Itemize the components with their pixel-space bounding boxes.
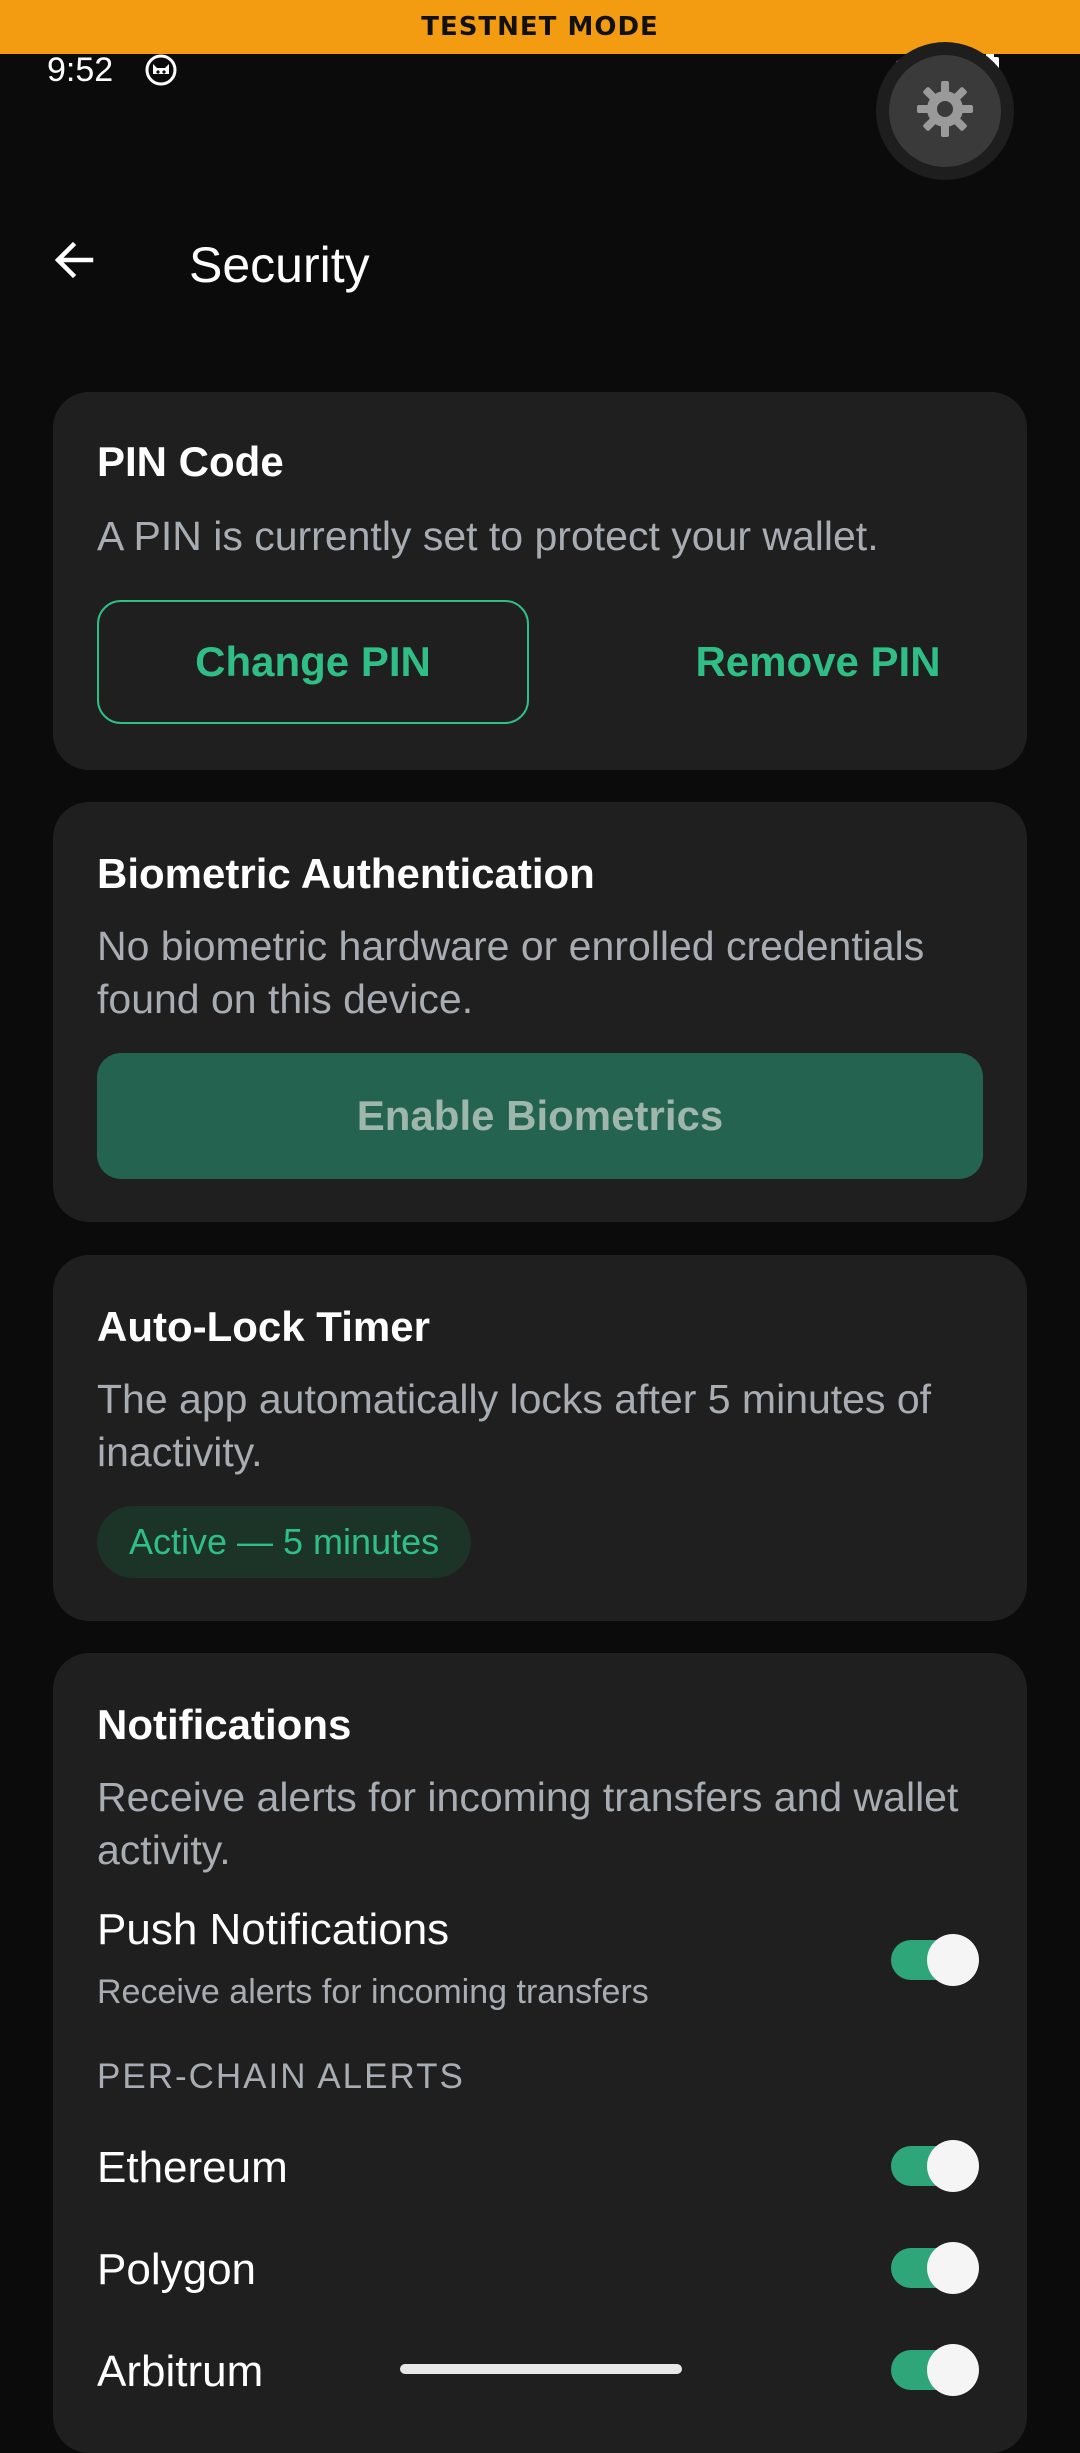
change-pin-button[interactable]: Change PIN	[97, 600, 529, 724]
notifications-card-description: Receive alerts for incoming transfers an…	[97, 1774, 959, 1873]
pin-card-description: A PIN is currently set to protect your w…	[97, 513, 879, 559]
home-indicator[interactable]	[400, 2364, 682, 2374]
chain-arbitrum-toggle[interactable]	[891, 2344, 979, 2396]
chain-polygon-label: Polygon	[97, 2245, 257, 2294]
back-button[interactable]	[38, 225, 112, 299]
page-title: Security	[189, 237, 370, 293]
pin-card-title: PIN Code	[97, 438, 284, 485]
arrow-left-icon	[51, 236, 99, 289]
remove-pin-button[interactable]: Remove PIN	[593, 600, 1043, 724]
auto-lock-card-title: Auto-Lock Timer	[97, 1303, 430, 1350]
auto-lock-card-description: The app automatically locks after 5 minu…	[97, 1376, 932, 1475]
auto-lock-status-badge: Active — 5 minutes	[97, 1506, 472, 1578]
chain-polygon-toggle[interactable]	[891, 2242, 979, 2294]
floating-settings-button[interactable]	[876, 42, 1014, 180]
push-notifications-sublabel: Receive alerts for incoming transfers	[97, 1973, 649, 2011]
push-notifications-label: Push Notifications	[97, 1905, 450, 1954]
pin-code-card: PIN Code A PIN is currently set to prote…	[53, 392, 1027, 770]
per-chain-alerts-header: PER-CHAIN ALERTS	[97, 2057, 465, 2096]
testnet-banner: TESTNET MODE	[0, 0, 1080, 54]
toggle-thumb	[927, 2242, 979, 2294]
enable-biometrics-button[interactable]: Enable Biometrics	[97, 1053, 983, 1179]
gear-icon	[915, 79, 975, 144]
biometric-card-description: No biometric hardware or enrolled creden…	[97, 923, 925, 1022]
toggle-thumb	[927, 2344, 979, 2396]
cat-notification-icon	[144, 54, 178, 86]
status-time: 9:52	[47, 51, 114, 89]
toggle-thumb	[927, 1934, 979, 1986]
notifications-card-title: Notifications	[97, 1701, 352, 1748]
chain-arbitrum-label: Arbitrum	[97, 2347, 264, 2396]
biometric-card: Biometric Authentication No biometric ha…	[53, 802, 1027, 1222]
push-notifications-toggle[interactable]	[891, 1934, 979, 1986]
toggle-thumb	[927, 2140, 979, 2192]
chain-ethereum-toggle[interactable]	[891, 2140, 979, 2192]
testnet-banner-text: TESTNET MODE	[421, 12, 659, 42]
notifications-card: Notifications Receive alerts for incomin…	[53, 1653, 1027, 2453]
chain-ethereum-label: Ethereum	[97, 2143, 288, 2192]
auto-lock-card: Auto-Lock Timer The app automatically lo…	[53, 1255, 1027, 1621]
floating-settings-inner	[889, 55, 1001, 167]
app-bar: Security	[0, 200, 1080, 330]
biometric-card-title: Biometric Authentication	[97, 850, 595, 897]
